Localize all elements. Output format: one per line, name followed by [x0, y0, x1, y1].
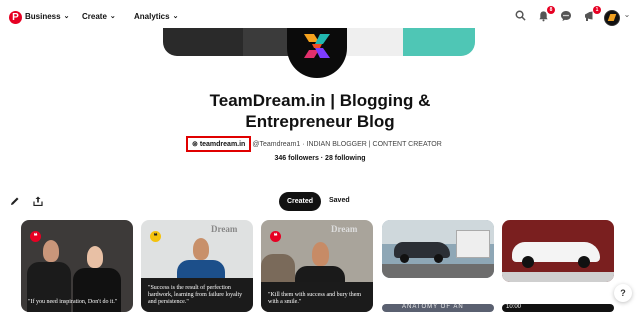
user-avatar[interactable] — [604, 10, 620, 26]
pin-quote: "Success is the result of perfection har… — [148, 285, 243, 305]
pin-quote: "If you need inspiration, Don't do it." — [28, 299, 118, 305]
teamdream-logo-icon — [304, 34, 330, 58]
pin-card[interactable]: ANATOMY OF AN — [382, 304, 494, 312]
quote-badge-icon: ❝ — [270, 231, 281, 242]
profile-title: TeamDream.in | Blogging & Entrepreneur B… — [160, 90, 480, 132]
profile-meta: ⊚ teamdream.in @Teamdream1 · INDIAN BLOGG… — [186, 136, 442, 152]
profile-title-line2: Entrepreneur Blog — [245, 112, 395, 131]
pin-card[interactable] — [382, 220, 494, 278]
profile-handle-description: @Teamdream1 · INDIAN BLOGGER | CONTENT C… — [252, 141, 442, 148]
updates-badge: 1 — [593, 6, 601, 14]
pin-brand: Dream — [331, 224, 358, 234]
help-question-icon[interactable]: ? — [614, 284, 632, 302]
chevron-down-icon: ⌄ — [63, 13, 70, 20]
tab-created[interactable]: Created — [279, 192, 321, 211]
quote-badge-icon: ❝ — [30, 231, 41, 242]
pin-quote: "Kill them with success and bury them wi… — [268, 292, 362, 305]
nav-business[interactable]: Business ⌄ — [25, 12, 69, 21]
messages-icon[interactable] — [559, 10, 573, 24]
pin-card[interactable]: Dream ❝ "Kill them with success and bury… — [261, 220, 373, 312]
nav-analytics[interactable]: Analytics ⌄ — [134, 12, 178, 21]
pinterest-logo-icon[interactable]: P — [9, 11, 22, 24]
notifications-bell-icon[interactable]: 8 — [536, 6, 555, 24]
search-icon[interactable] — [513, 10, 527, 24]
pin-card[interactable] — [502, 220, 614, 282]
pin-card[interactable]: 10:00 — [502, 304, 614, 312]
nav-create[interactable]: Create ⌄ — [82, 12, 116, 21]
pin-card[interactable]: ❝ "If you need inspiration, Don't do it.… — [21, 220, 133, 312]
pin-card[interactable]: Dream ❝ "Success is the result of perfec… — [141, 220, 253, 312]
pin-brand: Dream — [211, 224, 238, 234]
follow-stats[interactable]: 346 followers · 28 following — [160, 155, 480, 162]
edit-pencil-icon[interactable] — [10, 196, 20, 209]
quote-badge-icon: ❝ — [150, 231, 161, 242]
website-label: teamdream.in — [199, 141, 246, 148]
tab-saved[interactable]: Saved — [329, 197, 350, 204]
pin-partial-time: 10:00 — [506, 304, 522, 310]
notifications-badge: 8 — [547, 6, 555, 14]
profile-avatar[interactable] — [287, 28, 347, 78]
chevron-down-icon: ⌄ — [109, 13, 116, 20]
link-icon: ⊚ — [192, 141, 200, 148]
updates-megaphone-icon[interactable]: 1 — [582, 6, 601, 24]
pin-partial-text: ANATOMY OF AN — [402, 304, 464, 310]
share-icon[interactable] — [33, 196, 43, 209]
nav-analytics-label: Analytics — [134, 12, 170, 21]
nav-business-label: Business — [25, 12, 61, 21]
chevron-down-icon: ⌄ — [172, 13, 179, 20]
website-link[interactable]: ⊚ teamdream.in — [186, 136, 252, 152]
profile-title-line1: TeamDream.in | Blogging & — [209, 91, 431, 110]
account-chevron-down-icon[interactable]: ⌄ — [620, 10, 634, 24]
nav-create-label: Create — [82, 12, 107, 21]
